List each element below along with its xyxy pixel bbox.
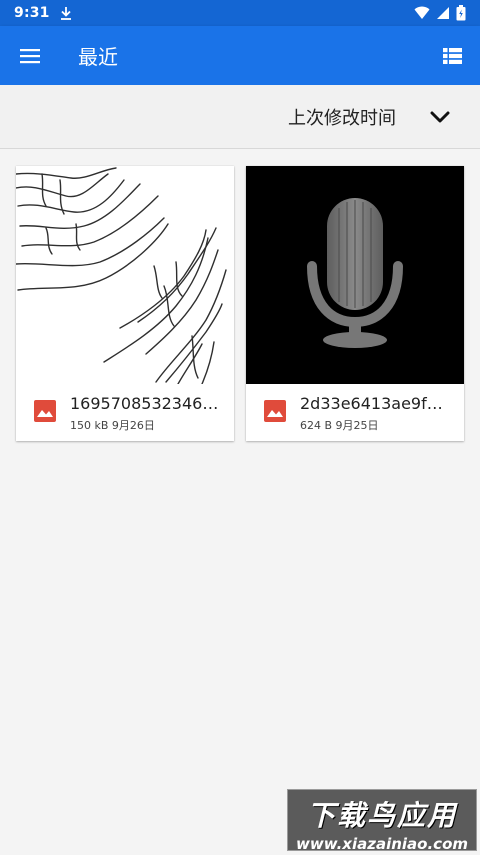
signal-icon: [437, 7, 449, 19]
file-card[interactable]: 2d33e6413ae9f0d... 624 B 9月25日: [246, 166, 464, 441]
file-card[interactable]: 1695708532346.j... 150 kB 9月26日: [16, 166, 234, 441]
image-file-icon: [264, 400, 286, 422]
menu-icon: [20, 48, 40, 63]
file-grid: 1695708532346.j... 150 kB 9月26日 2d33e641…: [16, 166, 464, 441]
file-meta: 150 kB 9月26日: [70, 417, 220, 433]
watermark-text: 下载鸟应用: [306, 799, 457, 832]
file-meta: 624 B 9月25日: [300, 417, 450, 433]
file-date: 9月26日: [111, 419, 155, 432]
chevron-down-icon: [430, 111, 450, 122]
status-time: 9:31: [14, 5, 50, 21]
file-size: 624 B: [300, 419, 333, 432]
image-file-icon: [34, 400, 56, 422]
sort-order-button[interactable]: [426, 103, 454, 131]
view-mode-button[interactable]: [424, 26, 480, 85]
battery-icon: [456, 5, 466, 21]
list-view-icon: [442, 47, 462, 64]
sort-bar: 上次修改时间: [0, 85, 480, 149]
watermark: 下载鸟应用 www.xiazainiao.com: [287, 789, 477, 853]
file-name: 1695708532346.j...: [70, 394, 220, 413]
app-bar: 最近: [0, 26, 480, 85]
sort-label[interactable]: 上次修改时间: [288, 104, 396, 130]
file-thumbnail: [246, 166, 464, 384]
watermark-url: www.xiazainiao.com: [295, 835, 469, 853]
status-bar: 9:31: [0, 0, 480, 26]
page-title: 最近: [78, 45, 118, 69]
file-size: 150 kB: [70, 419, 109, 432]
file-info: 1695708532346.j... 150 kB 9月26日: [16, 384, 234, 441]
menu-button[interactable]: [0, 26, 60, 85]
download-icon: [60, 7, 71, 20]
wifi-icon: [414, 6, 430, 19]
file-thumbnail: [16, 166, 234, 384]
file-info: 2d33e6413ae9f0d... 624 B 9月25日: [246, 384, 464, 441]
file-name: 2d33e6413ae9f0d...: [300, 394, 450, 413]
file-date: 9月25日: [335, 419, 379, 432]
